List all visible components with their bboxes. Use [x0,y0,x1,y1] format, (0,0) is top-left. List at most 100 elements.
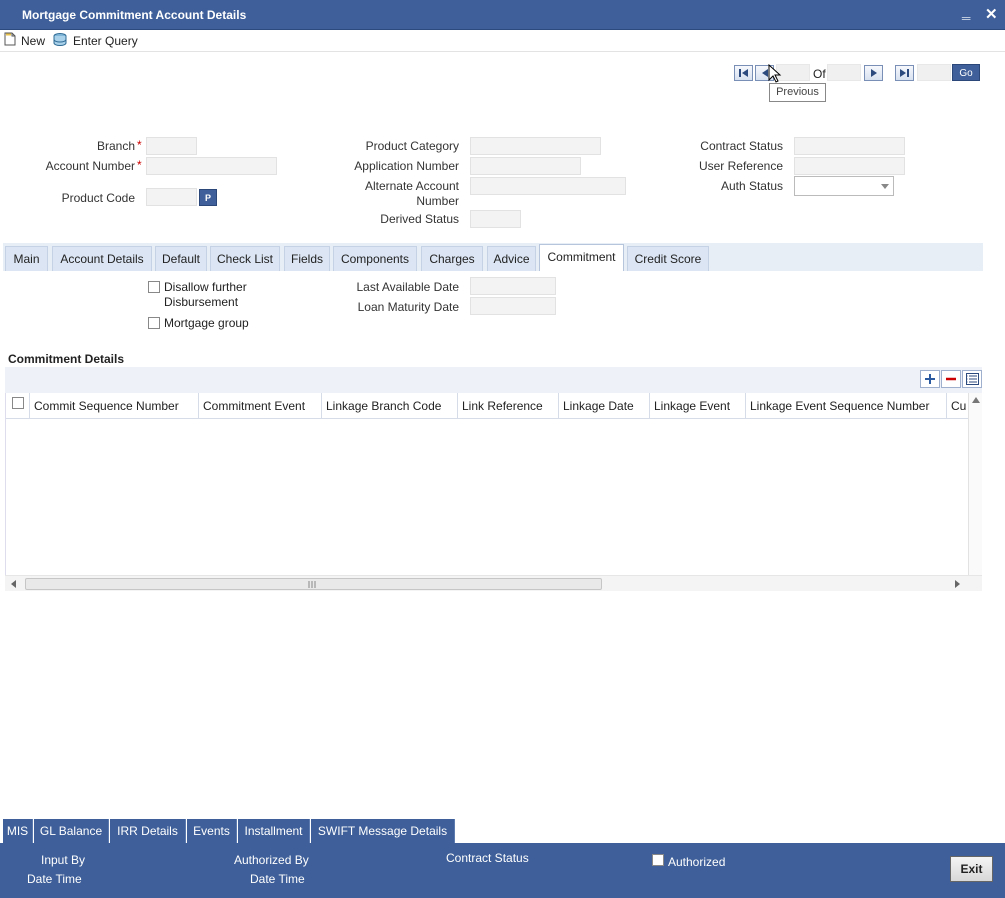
tab-charges[interactable]: Charges [421,246,483,271]
enter-query-label: Enter Query [73,34,138,48]
auth-date-time-label: Date Time [250,872,305,886]
disallow-disbursement-label: Disallow further [164,280,247,294]
disallow-disbursement-checkbox[interactable] [148,281,160,293]
last-available-date-label: Last Available Date [356,280,459,294]
col-linkage-branch-code[interactable]: Linkage Branch Code [322,393,458,419]
exit-button[interactable]: Exit [950,856,993,882]
bottom-tab-gl-balance[interactable]: GL Balance [34,819,109,843]
add-row-button[interactable] [920,370,940,388]
tab-check-list[interactable]: Check List [210,246,280,271]
product-code-field[interactable] [146,188,197,206]
alternate-account-label-line2: Number [416,194,459,208]
go-button[interactable]: Go [952,64,980,81]
dropdown-arrow-icon [881,184,889,189]
contract-status-label: Contract Status [700,139,783,153]
tab-components[interactable]: Components [333,246,417,271]
tab-advice[interactable]: Advice [487,246,536,271]
col-commitment-event[interactable]: Commitment Event [199,393,322,419]
account-number-required-mark: * [137,158,142,172]
bottom-tab-events[interactable]: Events [187,819,237,843]
mortgage-group-checkbox[interactable] [148,317,160,329]
col-linkage-event[interactable]: Linkage Event [650,393,746,419]
account-number-field[interactable] [146,157,277,175]
application-number-field [470,157,581,175]
tab-account-details[interactable]: Account Details [52,246,152,271]
auth-status-label: Auth Status [720,179,783,193]
horizontal-scroll-thumb[interactable] [25,578,602,590]
authorized-checkbox [652,854,664,866]
application-number-label: Application Number [354,159,459,173]
select-all-header [6,393,30,419]
disallow-disbursement-label-line2: Disbursement [164,295,239,309]
horizontal-scrollbar[interactable] [5,575,982,591]
next-record-button[interactable] [864,65,883,81]
authorized-label: Authorized [668,855,726,869]
window-title: Mortgage Commitment Account Details [22,8,247,22]
goto-record-field[interactable] [917,64,951,81]
new-document-icon [4,32,16,49]
scroll-left-icon[interactable] [11,580,16,588]
loan-maturity-date-field [470,297,556,315]
bottom-tab-mis[interactable]: MIS [3,819,33,843]
product-category-field [470,137,601,155]
col-linkage-event-sequence-number[interactable]: Linkage Event Sequence Number [746,393,947,419]
toolbar [0,30,1005,52]
grid-toolbar [5,367,982,393]
commitment-details-table: Commit Sequence Number Commitment Event … [5,393,968,575]
product-category-label: Product Category [365,139,459,153]
add-row-icon [925,374,935,384]
col-commit-sequence-number[interactable]: Commit Sequence Number [30,393,199,419]
new-button[interactable]: New [4,32,45,49]
scroll-up-icon[interactable] [972,397,980,403]
authorized-by-label: Authorized By [234,853,309,867]
last-record-icon [900,69,909,77]
enter-query-icon [52,32,68,50]
tab-commitment[interactable]: Commitment [539,244,624,271]
scroll-right-icon[interactable] [955,580,960,588]
tab-main[interactable]: Main [5,246,48,271]
delete-row-button[interactable] [941,370,961,388]
loan-maturity-date-label: Loan Maturity Date [357,300,459,314]
last-available-date-field [470,277,556,295]
vertical-scrollbar[interactable] [968,393,982,575]
footer-contract-status-label: Contract Status [446,851,529,865]
close-button[interactable]: ✕ [985,5,998,23]
alternate-account-number-field [470,177,626,195]
branch-field[interactable] [146,137,197,155]
auth-status-select[interactable] [794,176,894,196]
first-record-icon [739,69,748,77]
input-by-label: Input By [41,853,86,867]
product-code-label: Product Code [61,191,135,205]
col-linkage-date[interactable]: Linkage Date [559,393,650,419]
single-view-button[interactable] [962,370,982,388]
derived-status-label: Derived Status [380,212,459,226]
enter-query-button[interactable]: Enter Query [52,32,138,50]
mortgage-group-label: Mortgage group [164,316,249,330]
total-records-field [827,64,861,81]
of-label: Of [813,67,826,81]
bottom-tab-swift-message-details[interactable]: SWIFT Message Details [311,819,455,843]
col-cu[interactable]: Cu [947,393,968,419]
branch-required-mark: * [137,138,142,152]
grip-icon [308,581,316,588]
alternate-account-label: Alternate Account [364,179,459,193]
tab-fields[interactable]: Fields [284,246,330,271]
first-record-button[interactable] [734,65,753,81]
tab-credit-score[interactable]: Credit Score [627,246,709,271]
bottom-tab-installment[interactable]: Installment [238,819,310,843]
tab-default[interactable]: Default [155,246,207,271]
contract-status-field [794,137,905,155]
select-all-checkbox[interactable] [12,397,24,409]
delete-row-icon [946,377,956,381]
col-link-reference[interactable]: Link Reference [458,393,559,419]
user-reference-label: User Reference [698,159,783,173]
new-label: New [21,33,46,48]
previous-tooltip: Previous [769,83,826,102]
branch-label: Branch [96,139,135,153]
minimize-button[interactable]: ‗ [962,3,970,20]
input-date-time-label: Date Time [27,872,82,886]
user-reference-field [794,157,905,175]
last-record-button[interactable] [895,65,914,81]
product-code-lov-button[interactable]: P [199,189,217,206]
bottom-tab-irr-details[interactable]: IRR Details [110,819,186,843]
